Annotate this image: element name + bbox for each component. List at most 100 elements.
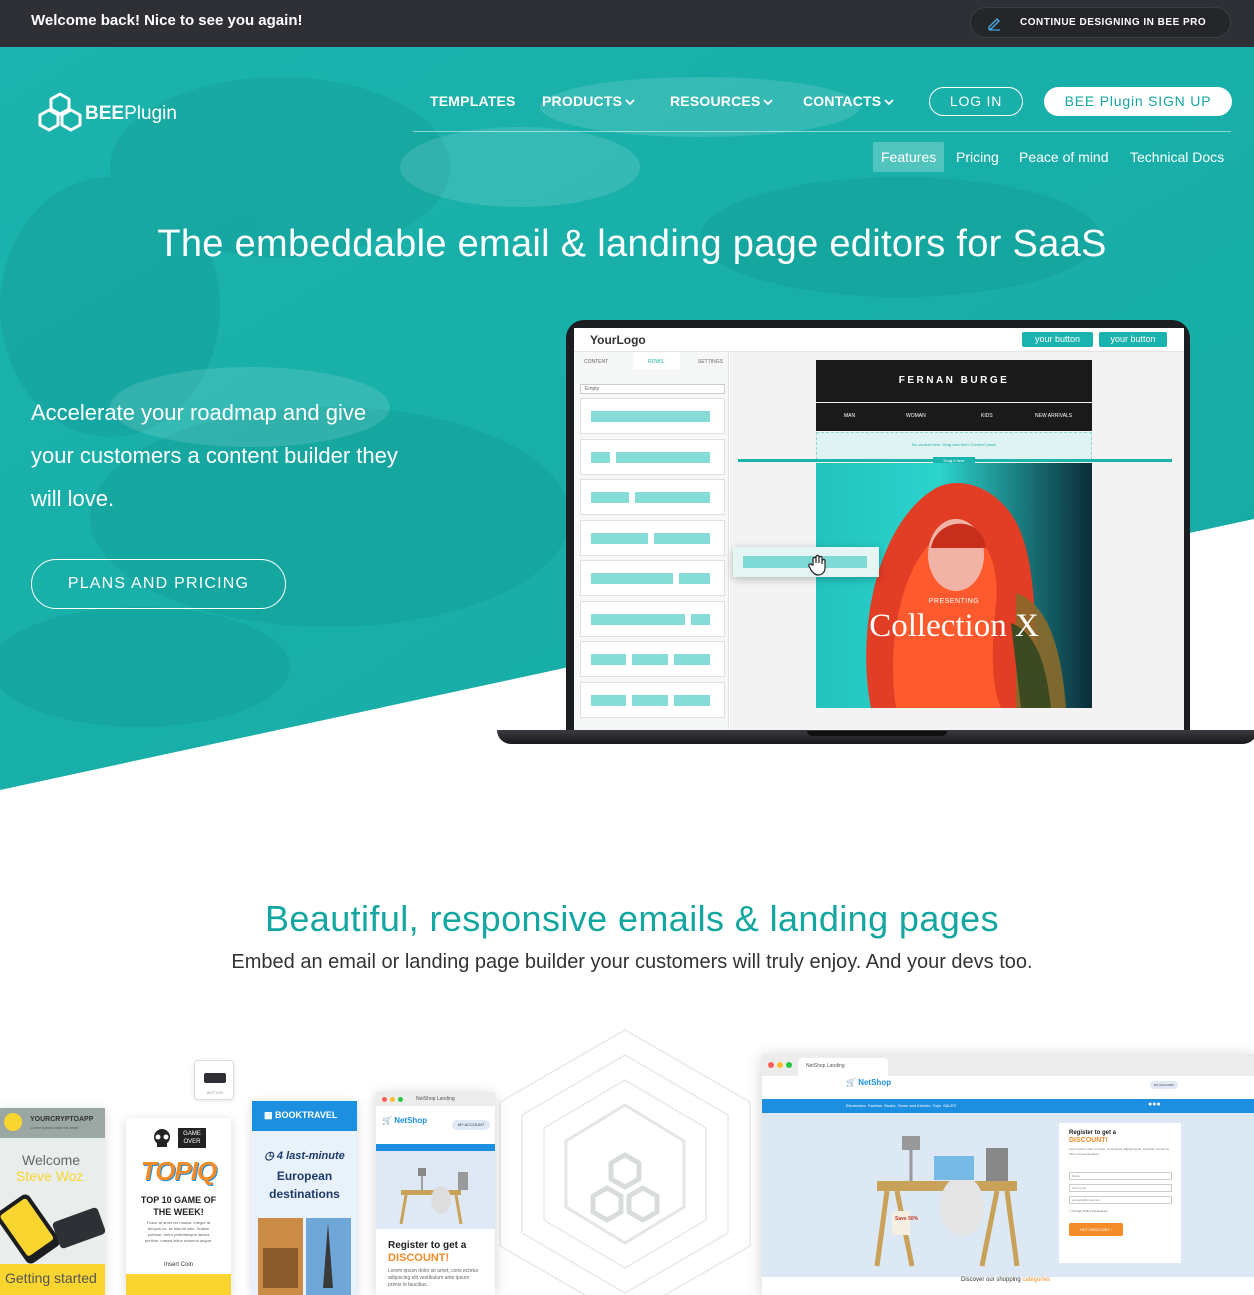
empty-row-notice: No content here. Drag new from 'Content'… bbox=[911, 442, 997, 447]
cart-icon: 🛒 bbox=[846, 1078, 856, 1087]
netshop-small-brand: 🛒 NetShop bbox=[382, 1116, 428, 1125]
netshop-name-field[interactable]: Name bbox=[1069, 1172, 1172, 1180]
row-block[interactable] bbox=[580, 600, 725, 637]
crypto-brand: YOURCRYPTOAPP bbox=[30, 1116, 94, 1123]
netshop-lastname-field[interactable]: Last name bbox=[1069, 1184, 1172, 1192]
row-block[interactable] bbox=[580, 438, 725, 475]
button-widget-label: BUTTON bbox=[206, 1090, 224, 1095]
travel-line1: ◷ 4 last-minute bbox=[264, 1150, 345, 1162]
discount-form bbox=[1059, 1123, 1181, 1263]
pencil-icon bbox=[988, 18, 1000, 31]
plans-and-pricing-button[interactable]: PLANS AND PRICING bbox=[31, 559, 286, 609]
nav-contacts[interactable]: CONTACTS bbox=[803, 93, 894, 109]
hexagon-decoration bbox=[499, 1029, 751, 1295]
crypto-name: Steve Woz bbox=[16, 1168, 84, 1184]
hero-title: The embeddable email & landing page edit… bbox=[157, 223, 1107, 265]
desk-illustration-large bbox=[874, 1136, 1020, 1267]
game-over-badge: GAME OVER bbox=[178, 1128, 206, 1148]
netshop-large-brand: 🛒 NetShop bbox=[846, 1078, 892, 1087]
tab-content[interactable]: CONTENT bbox=[584, 359, 608, 365]
nav-resources[interactable]: RESOURCES bbox=[670, 93, 774, 109]
rows-dropdown[interactable]: Empty bbox=[580, 384, 725, 394]
grab-hand-icon bbox=[808, 554, 826, 576]
template-netshop-large[interactable]: NetShop Landing 🛒 NetShop MY ACCOUNT Ele… bbox=[762, 1054, 1254, 1295]
template-netshop-small[interactable]: NetShop Landing 🛒 NetShop MY ACCOUNT Reg… bbox=[376, 1092, 495, 1295]
template-crypto[interactable]: YOURCRYPTOAPP Lorem ipsum dolor sit amet… bbox=[0, 1108, 105, 1295]
netshop-large-nav[interactable]: Electronics Fashion Books Home and Kitch… bbox=[846, 1103, 956, 1108]
subnav-technical-docs[interactable]: Technical Docs bbox=[1130, 149, 1224, 165]
clock-icon: ◷ bbox=[264, 1150, 274, 1162]
chevron-down-icon bbox=[625, 99, 635, 106]
menu-woman: WOMAN bbox=[906, 413, 926, 419]
logo-text: BEEPlugin bbox=[85, 103, 177, 124]
bee-plugin-logo[interactable]: BEEPlugin bbox=[37, 91, 187, 141]
phones-illustration bbox=[0, 1190, 105, 1266]
travel-brand: ▩ BOOKTRAVEL bbox=[264, 1110, 338, 1120]
continue-designing-button[interactable]: CONTINUE DESIGNING IN BEE PRO bbox=[970, 7, 1231, 38]
crypto-welcome: Welcome bbox=[22, 1152, 81, 1168]
your-button-1[interactable]: your button bbox=[1022, 332, 1093, 347]
row-block[interactable] bbox=[580, 479, 725, 515]
netshop-small-tab: NetShop Landing bbox=[416, 1096, 455, 1102]
social-icons: ●●● bbox=[1148, 1101, 1161, 1108]
netshop-privacy-checkbox[interactable]: ☐ Privacy Policy Acceptance bbox=[1069, 1209, 1108, 1213]
netshop-small-body: Lorem ipsum dolor sit amet, cons ectetur… bbox=[388, 1268, 479, 1288]
row-block[interactable] bbox=[580, 641, 725, 677]
template-travel[interactable]: ▩ BOOKTRAVEL ◷ 4 last-minute European de… bbox=[252, 1101, 357, 1295]
netshop-small-account[interactable]: MY ACCOUNT bbox=[452, 1120, 490, 1130]
game-insert-coin: Insert Coin bbox=[163, 1262, 193, 1268]
travel-line2: European bbox=[276, 1169, 333, 1183]
presenting-label: PRESENTING bbox=[928, 598, 980, 605]
section-subtitle: Embed an email or landing page builder y… bbox=[231, 951, 1033, 973]
email-brand-header: FERNAN BURGE bbox=[816, 360, 1092, 402]
cart-icon: 🛒 bbox=[382, 1116, 392, 1125]
section-title: Beautiful, responsive emails & landing p… bbox=[264, 898, 1000, 939]
signup-button[interactable]: BEE Plugin SIGN UP bbox=[1044, 87, 1232, 116]
netshop-small-headline2: DISCOUNT! bbox=[388, 1252, 450, 1264]
login-button[interactable]: LOG IN bbox=[929, 87, 1023, 116]
row-block[interactable] bbox=[580, 681, 725, 718]
laptop-mockup: YourLogo your button your button CONTENT… bbox=[497, 320, 1254, 750]
subnav-peace-of-mind[interactable]: Peace of mind bbox=[1019, 149, 1109, 165]
chevron-down-icon bbox=[884, 99, 894, 106]
netshop-small-headline1: Register to get a bbox=[388, 1240, 467, 1251]
tab-settings[interactable]: SETTINGS bbox=[698, 359, 723, 365]
game-logo: TOPIQ bbox=[140, 1156, 217, 1186]
netshop-large-headline2: DISCOUNT! bbox=[1069, 1137, 1108, 1144]
dragged-row-block[interactable] bbox=[733, 547, 879, 577]
hero-section: BEEPlugin TEMPLATES PRODUCTS RESOURCES C… bbox=[0, 47, 1254, 807]
netshop-large-account[interactable]: MY ACCOUNT bbox=[1150, 1081, 1178, 1089]
cities-photo bbox=[258, 1218, 351, 1295]
nav-templates[interactable]: TEMPLATES bbox=[430, 93, 516, 109]
your-button-2[interactable]: your button bbox=[1099, 332, 1167, 347]
desk-illustration bbox=[399, 1168, 468, 1224]
row-block[interactable] bbox=[580, 560, 725, 596]
netshop-large-headline1: Register to get a bbox=[1069, 1130, 1117, 1136]
game-body: Fusce at amet nis massa. Integer at temp… bbox=[144, 1220, 213, 1243]
button-widget[interactable]: BUTTON bbox=[194, 1060, 234, 1100]
your-logo: YourLogo bbox=[590, 333, 646, 347]
skull-icon bbox=[154, 1129, 170, 1147]
netshop-large-body: Lorem ipsum dolor sit amet, consectetur … bbox=[1069, 1147, 1170, 1156]
menu-man: MAN bbox=[844, 413, 856, 419]
editor-screen: YourLogo your button your button CONTENT… bbox=[574, 328, 1184, 730]
nav-products[interactable]: PRODUCTS bbox=[542, 93, 635, 109]
button-block-icon bbox=[204, 1073, 226, 1083]
ticket-icon: ▩ bbox=[264, 1110, 273, 1120]
row-block[interactable] bbox=[580, 519, 725, 556]
nav-divider bbox=[413, 131, 1231, 132]
crypto-logo-icon bbox=[4, 1113, 22, 1131]
netshop-large-tab[interactable]: NetShop Landing bbox=[806, 1063, 845, 1069]
subnav-features[interactable]: Features bbox=[873, 142, 945, 172]
top-bar: Welcome back! Nice to see you again! CON… bbox=[0, 0, 1254, 47]
subnav-pricing[interactable]: Pricing bbox=[956, 149, 999, 165]
netshop-email-field[interactable]: example@email.com bbox=[1069, 1196, 1172, 1204]
crypto-cta: Getting started bbox=[5, 1270, 97, 1286]
tab-rows[interactable]: ROWS bbox=[648, 359, 664, 365]
menu-new-arrivals: NEW ARRIVALS bbox=[1035, 413, 1073, 419]
get-discount-button[interactable]: GET DISCOUNT › bbox=[1069, 1223, 1123, 1236]
row-block[interactable] bbox=[580, 398, 725, 434]
travel-line3: destinations bbox=[269, 1187, 340, 1201]
discover-categories: Discover our shopping categories bbox=[961, 1277, 1051, 1283]
template-game[interactable]: GAME OVER TOPIQ TOP 10 GAME OF THE WEEK! … bbox=[126, 1118, 231, 1295]
